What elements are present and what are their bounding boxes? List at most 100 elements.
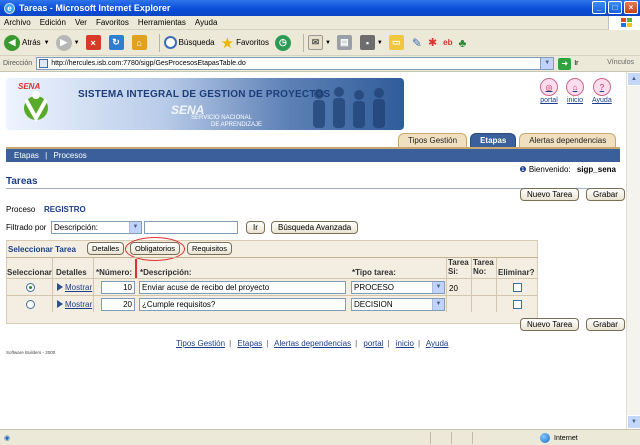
stop-button[interactable]: ×	[85, 35, 103, 50]
footer-link-inicio[interactable]: inicio	[396, 339, 414, 348]
subnav-procesos[interactable]: Procesos	[53, 151, 86, 160]
minimize-button[interactable]: _	[592, 1, 606, 14]
links-label[interactable]: Vínculos	[607, 59, 634, 66]
page-content: SENA SISTEMA INTEGRAL DE GESTION DE PROY…	[0, 72, 626, 429]
save-button-bottom[interactable]: Grabar	[586, 318, 625, 331]
filter-input[interactable]	[144, 221, 238, 234]
status-separator	[430, 431, 432, 444]
new-task-button[interactable]: Nuevo Tarea	[520, 188, 580, 201]
mail-button[interactable]: ✉ ▼	[307, 35, 331, 50]
ayuda-label: Ayuda	[592, 97, 612, 104]
ayuda-link[interactable]: ? Ayuda	[592, 78, 612, 104]
row-show-details-link[interactable]: Mostrar	[57, 283, 92, 292]
forward-button[interactable]: ▶ ▼	[55, 34, 80, 51]
portal-link[interactable]: ◎ portal	[540, 78, 558, 104]
footer-separator: |	[387, 339, 390, 348]
row-number-input[interactable]: 20	[101, 298, 135, 311]
history-icon: ◷	[274, 34, 291, 51]
save-button[interactable]: Grabar	[586, 188, 625, 201]
history-button[interactable]: ◷	[274, 34, 293, 51]
row-select-radio[interactable]	[26, 283, 35, 292]
tool-button-1[interactable]: ✱	[428, 36, 437, 49]
row-type-select[interactable]: PROCESO ▼	[351, 281, 445, 294]
subnav-separator: |	[45, 151, 48, 160]
back-button[interactable]: ◀ Atrás ▼	[4, 34, 50, 51]
chevron-down-icon[interactable]: ▼	[540, 58, 554, 69]
inicio-link[interactable]: ⌂ inicio	[566, 78, 584, 104]
footer-link-etapas[interactable]: Etapas	[237, 339, 262, 348]
inicio-label: inicio	[567, 97, 583, 104]
header-divider	[6, 278, 538, 279]
row-description-input[interactable]: Enviar acuse de recibo del proyecto	[139, 281, 346, 294]
header-number: *Número:	[96, 268, 133, 277]
vertical-scrollbar[interactable]: ▲ ▼	[626, 72, 640, 429]
close-button[interactable]: ×	[624, 1, 638, 14]
footer-link-portal[interactable]: portal	[363, 339, 383, 348]
menu-ayuda[interactable]: Ayuda	[195, 18, 218, 27]
refresh-button[interactable]: ↻	[108, 35, 126, 50]
footer-link-ayuda[interactable]: Ayuda	[426, 339, 449, 348]
menu-ver[interactable]: Ver	[75, 18, 87, 27]
menu-edicion[interactable]: Edición	[40, 18, 66, 27]
search-icon	[163, 36, 177, 49]
row-delete-checkbox[interactable]	[513, 283, 522, 292]
maximize-button[interactable]: □	[608, 1, 622, 14]
filter-select[interactable]: Descripción: ▼	[51, 221, 142, 234]
search-button[interactable]: Búsqueda	[163, 36, 215, 49]
stop-icon: ×	[85, 35, 101, 50]
chevron-down-icon[interactable]: ▼	[432, 299, 444, 310]
new-task-button-bottom[interactable]: Nuevo Tarea	[520, 318, 580, 331]
row-type-select[interactable]: DECISION ▼	[351, 298, 445, 311]
chevron-down-icon: ▼	[43, 39, 50, 46]
security-zone: Internet	[540, 433, 578, 443]
menu-favoritos[interactable]: Favoritos	[96, 18, 129, 27]
home-button[interactable]: ⌂	[131, 35, 149, 50]
menu-herramientas[interactable]: Herramientas	[138, 18, 186, 27]
toolbar-separator	[158, 33, 160, 52]
tab-etapas[interactable]: Etapas	[470, 133, 517, 147]
tab-tipos-gestion[interactable]: Tipos Gestión	[398, 133, 468, 147]
main-tabs: Tipos Gestión Etapas Alertas dependencia…	[398, 133, 617, 147]
row-description-input[interactable]: ¿Cumple requisitos?	[139, 298, 346, 311]
print-button[interactable]: ▤	[336, 35, 354, 50]
advanced-search-button[interactable]: Búsqueda Avanzada	[271, 221, 359, 234]
column-divider	[496, 258, 497, 312]
go-arrow-icon[interactable]: ➜	[558, 57, 572, 70]
subtab-requisitos[interactable]: Requisitos	[187, 242, 233, 255]
address-input[interactable]: http://hercules.isb.com:7780/sigp/GesPro…	[36, 57, 555, 70]
row-type-value: DECISION	[354, 300, 393, 309]
menu-archivo[interactable]: Archivo	[4, 18, 31, 27]
footer-link-tipos-gestion[interactable]: Tipos Gestión	[176, 339, 225, 348]
edit-button[interactable]: ▪ ▼	[359, 35, 383, 50]
subtab-detalles[interactable]: Detalles	[87, 242, 125, 255]
address-bar: Dirección http://hercules.isb.com:7780/s…	[0, 56, 640, 72]
filter-go-button[interactable]: Ir	[246, 221, 265, 234]
footer-link-alertas[interactable]: Alertas dependencias	[274, 339, 351, 348]
messenger-button[interactable]: ♣	[459, 36, 467, 50]
row-show-details-link[interactable]: Mostrar	[57, 300, 92, 309]
scroll-down-icon[interactable]: ▼	[627, 415, 640, 429]
banner-subtitle-1: SERVICIO NACIONAL	[191, 115, 252, 121]
row-delete-checkbox[interactable]	[513, 300, 522, 309]
folder-button[interactable]: ▭	[388, 35, 406, 50]
welcome-user: sigp_sena	[576, 165, 616, 174]
portal-label: portal	[540, 97, 558, 104]
scroll-up-icon[interactable]: ▲	[627, 72, 640, 86]
header-task-type: *Tipo tarea:	[352, 268, 396, 277]
go-button[interactable]: Ir	[574, 60, 578, 67]
row-number-input[interactable]: 10	[101, 281, 135, 294]
home-icon: ⌂	[566, 78, 584, 96]
subnav-etapas[interactable]: Etapas	[14, 151, 39, 160]
ebay-button[interactable]: eb	[443, 38, 452, 47]
chevron-down-icon[interactable]: ▼	[129, 222, 141, 233]
row-show-label: Mostrar	[65, 300, 93, 309]
browser-toolbar: ◀ Atrás ▼ ▶ ▼ × ↻ ⌂ Búsqueda ★ Favoritos…	[0, 30, 640, 56]
pen-icon: ✎	[411, 35, 422, 50]
chevron-down-icon[interactable]: ▼	[432, 282, 444, 293]
tab-alertas-dependencias[interactable]: Alertas dependencias	[519, 133, 617, 147]
printer-icon: ▤	[336, 35, 352, 50]
row-select-radio[interactable]	[26, 300, 35, 309]
favorites-button[interactable]: ★ Favoritos	[221, 34, 269, 52]
pen-button[interactable]: ✎	[412, 36, 422, 50]
header-delete: Eliminar?	[498, 268, 535, 277]
